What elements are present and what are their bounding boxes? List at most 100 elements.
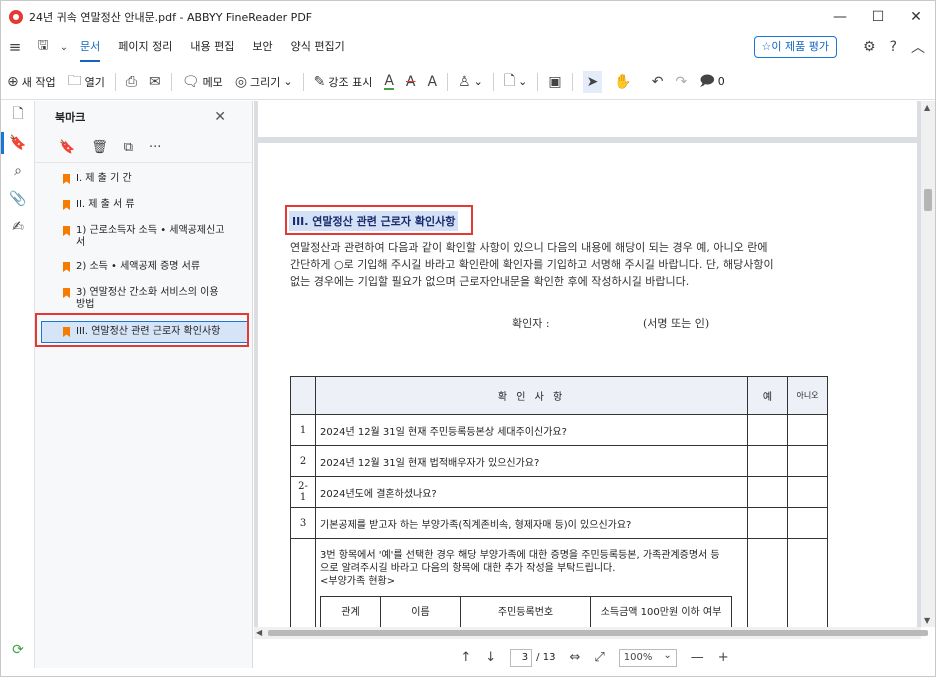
insert-text-button[interactable]: A <box>428 74 438 90</box>
settings-gear-icon[interactable]: ⚙ <box>863 39 876 55</box>
bookmark-item[interactable]: 1) 근로소득자 소득 • 세액공제신고서 <box>35 225 235 261</box>
collapse-ribbon-icon[interactable]: ︿ <box>911 37 925 57</box>
maximize-button[interactable]: ☐ <box>859 1 897 32</box>
undo-button[interactable]: ↶ <box>652 74 664 90</box>
plus-circle-icon: ⊕ <box>7 73 19 90</box>
printer-icon: ⎙ <box>125 73 138 90</box>
rate-product-button[interactable]: ☆이 제품 평가 <box>753 36 837 58</box>
document-view[interactable]: III. 연말정산 관련 근로자 확인사항 연말정산과 관련하여 다음과 같이 … <box>254 101 921 627</box>
nest-bookmark-icon[interactable]: ⧉ <box>124 140 133 155</box>
total-pages: / 13 <box>536 652 556 663</box>
highlight-box <box>35 313 249 347</box>
chevron-down-icon: ⌄ <box>473 75 483 88</box>
table-header: 확 인 사 항 <box>315 376 748 415</box>
bookmark-flag-icon <box>63 288 70 298</box>
horizontal-scrollbar[interactable]: ◀ <box>254 627 928 639</box>
snapshot-button[interactable]: ▣ <box>548 74 561 90</box>
email-button[interactable]: ✉ <box>149 74 161 90</box>
underline-text-button[interactable]: A <box>384 74 394 90</box>
fit-width-icon[interactable]: ⇔ <box>569 650 580 665</box>
no-cell[interactable] <box>787 445 828 477</box>
draw-button[interactable]: ◎ 그리기 ⌄ <box>235 74 293 90</box>
table-cell <box>290 376 316 415</box>
stamp-button[interactable]: ♙ ⌄ <box>458 74 483 90</box>
more-options-icon[interactable]: ··· <box>149 140 161 155</box>
comments-button[interactable]: 🗩 0 <box>699 70 725 94</box>
menu-document[interactable]: 문서 <box>80 32 101 62</box>
bookmark-flag-icon <box>63 262 70 272</box>
zoom-in-icon[interactable]: + <box>718 650 729 665</box>
scroll-left-icon[interactable]: ◀ <box>256 628 262 637</box>
redo-button[interactable]: ↷ <box>675 74 687 90</box>
page-search-button[interactable]: 🗋 ⌄ <box>504 70 527 94</box>
underline-icon: A <box>384 72 394 90</box>
bookmark-flag-icon <box>63 174 70 184</box>
yes-cell[interactable] <box>747 476 788 508</box>
table-row: 2-1 2024년도에 결혼하셨나요? <box>290 476 828 508</box>
bookmark-tools: 🔖 🗑 ⧉ ··· <box>35 133 252 163</box>
highlight-button[interactable]: ✎ 강조 표시 <box>314 74 373 90</box>
close-button[interactable]: ✕ <box>897 1 935 32</box>
signature-icon[interactable]: ✍ <box>1 213 35 241</box>
add-bookmark-icon[interactable]: 🔖 <box>59 140 75 155</box>
chevron-down-icon[interactable]: ⌄ <box>57 42 71 53</box>
insert-text-icon: A <box>427 73 438 90</box>
fit-page-icon[interactable]: ⤢ <box>594 650 604 665</box>
window-title: 24년 귀속 연말정산 안내문.pdf - ABBYY FineReader P… <box>29 10 313 24</box>
bookmark-item[interactable]: 2) 소득 • 세액공제 증명 서류 <box>35 261 252 287</box>
strikethrough-text-button[interactable]: A <box>406 74 416 90</box>
checklist-table: 확 인 사 항 예 아니오 1 2024년 12월 31일 현재 주민등록등본상… <box>290 376 828 627</box>
zoom-out-icon[interactable]: — <box>691 650 704 665</box>
dependents-detail: 3번 항목에서 '예'를 선택한 경우 해당 부양가족에 대한 증명을 주민등록… <box>315 538 748 627</box>
table-row: 1 2024년 12월 31일 현재 주민등록등본상 세대주이신가요? <box>290 414 828 446</box>
menu-form-editor[interactable]: 양식 편집기 <box>291 32 345 62</box>
yes-header: 예 <box>747 376 788 415</box>
hamburger-menu-icon[interactable]: ≡ <box>1 38 29 56</box>
instructions-paragraph: 연말정산과 관련하여 다음과 같이 확인할 사항이 있으니 다음의 내용에 해당… <box>290 241 774 288</box>
delete-icon[interactable]: 🗑 <box>91 140 108 155</box>
attachment-icon[interactable]: 📎 <box>1 185 35 213</box>
highlight-box <box>285 205 473 235</box>
save-icon[interactable]: 🖫 <box>29 36 57 58</box>
print-button[interactable]: ⎙ <box>126 74 137 90</box>
pages-icon[interactable]: 🗋 <box>1 101 35 129</box>
no-cell[interactable] <box>787 476 828 508</box>
no-cell[interactable] <box>787 507 828 539</box>
select-tool-button[interactable]: ➤ <box>582 70 603 93</box>
menu-page-organize[interactable]: 페이지 정리 <box>118 32 172 62</box>
hand-tool-button[interactable]: ✋ <box>614 74 631 90</box>
arrow-up-icon[interactable]: ↑ <box>460 650 471 665</box>
zoom-select[interactable]: 100% <box>618 648 677 667</box>
search-icon[interactable]: ⌕ <box>1 157 35 185</box>
hand-icon: ✋ <box>614 73 632 90</box>
menu-edit-content[interactable]: 내용 편집 <box>190 32 234 62</box>
scroll-up-icon[interactable]: ▲ <box>924 103 930 112</box>
page-number-input[interactable]: 3 <box>510 648 533 667</box>
vertical-scrollbar[interactable]: ▲ ▼ <box>921 101 935 627</box>
redo-icon: ↷ <box>675 73 688 90</box>
help-icon[interactable]: ? <box>890 39 897 55</box>
app-window: 24년 귀속 연말정산 안내문.pdf - ABBYY FineReader P… <box>0 0 936 677</box>
bookmark-flag-icon <box>63 200 70 210</box>
page-navigator: 3 / 13 <box>510 648 556 667</box>
bookmarks-icon[interactable]: 🔖 <box>1 129 35 157</box>
menu-security[interactable]: 보안 <box>252 32 272 62</box>
yes-cell[interactable] <box>747 445 788 477</box>
yes-cell[interactable] <box>747 414 788 446</box>
arrow-down-icon[interactable]: ↓ <box>485 650 496 665</box>
signature-label: (서명 또는 인) <box>643 317 710 330</box>
memo-button[interactable]: 🗨 메모 <box>182 74 223 90</box>
new-task-button[interactable]: ⊕ 새 작업 <box>7 74 56 90</box>
bookmark-item[interactable]: II. 제 출 서 류 <box>35 199 252 225</box>
yes-cell[interactable] <box>747 507 788 539</box>
open-button[interactable]: 🗀 열기 <box>68 70 105 94</box>
bookmark-item[interactable]: I. 제 출 기 간 <box>35 173 252 199</box>
close-panel-icon[interactable]: ✕ <box>214 109 226 125</box>
sync-icon[interactable]: ⟳ <box>1 642 35 658</box>
scroll-thumb[interactable] <box>924 189 932 211</box>
scroll-down-icon[interactable]: ▼ <box>924 616 930 625</box>
title-bar: 24년 귀속 연말정산 안내문.pdf - ABBYY FineReader P… <box>1 1 935 32</box>
minimize-button[interactable]: — <box>821 1 859 32</box>
scroll-thumb[interactable] <box>268 630 928 636</box>
no-cell[interactable] <box>787 414 828 446</box>
